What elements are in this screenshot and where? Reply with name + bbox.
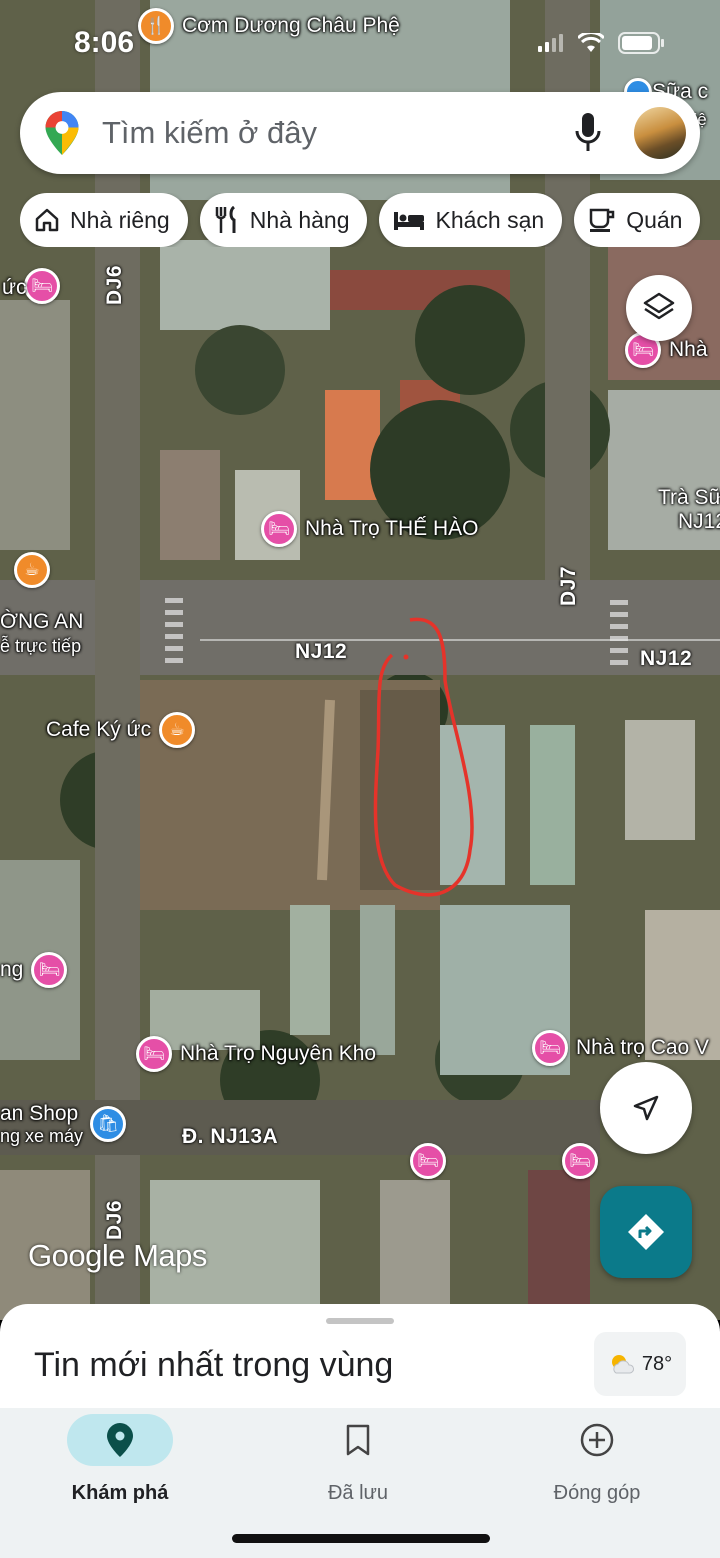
poi-label: Nhà trọ Cao V [576, 1036, 710, 1059]
directions-icon [628, 1214, 664, 1250]
weather-badge[interactable]: 78° [594, 1332, 686, 1396]
poi-label-2: ễ trực tiếp [0, 636, 82, 656]
poi-label: Nhà [669, 338, 708, 361]
navigation-arrow-icon [633, 1095, 659, 1121]
sheet-drag-handle[interactable] [326, 1318, 394, 1324]
poi-label: Nhà Trọ Nguyên Kho [180, 1042, 377, 1065]
poi-label: Cafe Ký ức [46, 718, 152, 741]
bed-icon: 🛏 [532, 1030, 568, 1066]
poi-nha-tro-the-hao[interactable]: 🛏 Nhà Trọ THẾ HÀO [261, 511, 479, 547]
bed-icon: 🛏 [562, 1143, 598, 1179]
road-label-dj6: DJ6 [103, 264, 126, 305]
explore-bottom-sheet[interactable]: Tin mới nhất trong vùng 78° [0, 1304, 720, 1408]
poi-hotel-bottom-2[interactable]: 🛏 [562, 1143, 598, 1179]
nav-explore[interactable]: Khám phá [40, 1414, 200, 1505]
poi-label: ức [2, 276, 27, 299]
bed-icon: 🛏 [410, 1143, 446, 1179]
account-avatar[interactable] [634, 107, 686, 159]
search-input[interactable]: Tìm kiếm ở đây [102, 115, 568, 151]
hotel-icon [394, 212, 425, 230]
fork-knife-icon: 🍴 [138, 8, 174, 44]
nav-explore-indicator [67, 1414, 173, 1466]
bed-icon: 🛏 [31, 952, 68, 988]
google-maps-pin-icon [45, 111, 79, 155]
google-wordmark: Google [28, 1238, 125, 1273]
nav-label: Đóng góp [553, 1482, 641, 1504]
my-location-button[interactable] [600, 1062, 692, 1154]
add-circle-icon [580, 1423, 614, 1457]
poi-nha-tro-nguyen-kho[interactable]: 🛏 Nhà Trọ Nguyên Kho [136, 1036, 376, 1072]
weather-temperature: 78° [641, 1352, 673, 1375]
status-icons [538, 32, 664, 54]
poi-com-duong-chau-phe[interactable]: 🍴 Cơm Dương Châu Phệ [138, 8, 400, 44]
poi-hotel-bottom-1[interactable]: 🛏 [410, 1143, 446, 1179]
poi-label-2: NJ12 [678, 510, 720, 533]
coffee-cup-icon: ☕ [159, 712, 196, 748]
bed-icon: 🛏 [261, 511, 297, 547]
battery-icon [618, 32, 664, 54]
road-label-nj13a: Đ. NJ13A [182, 1125, 279, 1148]
status-bar: 8:06 🍴 Cơm Dương Châu Phệ Sữa c hiệ [0, 8, 720, 129]
poi-label-2: ng xe máy [0, 1126, 84, 1146]
poi-label: Cơm Dương Châu Phệ [182, 14, 400, 37]
bed-icon: 🛏 [24, 268, 60, 304]
nav-saved[interactable]: Đã lưu [278, 1414, 438, 1505]
poi-shop-left[interactable]: an Shop ng xe máy [0, 1102, 83, 1147]
nav-label: Khám phá [71, 1482, 169, 1504]
nav-label: Đã lưu [327, 1482, 389, 1504]
poi-label: an Shop [0, 1102, 79, 1125]
status-time: 8:06 [74, 26, 135, 59]
explore-pin-icon [107, 1423, 133, 1457]
microphone-icon [575, 113, 601, 151]
poi-cafe-left[interactable]: ☕ [14, 552, 50, 588]
chip-label: Quán [626, 206, 683, 233]
chip-cafe[interactable]: Quán [574, 193, 701, 247]
nav-contribute-indicator [544, 1414, 650, 1466]
chip-home[interactable]: Nhà riêng [20, 193, 188, 247]
directions-button[interactable] [600, 1186, 692, 1278]
partly-cloudy-icon [611, 1355, 634, 1374]
layers-icon [643, 292, 675, 320]
poi-tra-sua[interactable]: Trà Sữ NJ12 [658, 486, 720, 534]
coffee-cup-icon: ☕ [14, 552, 50, 588]
cafe-icon [589, 208, 615, 232]
poi-label: ng [0, 958, 24, 981]
road-label-nj12: NJ12 [295, 640, 348, 663]
poi-label: Nhà Trọ THẾ HÀO [305, 517, 479, 540]
chip-restaurants[interactable]: Nhà hàng [199, 193, 368, 247]
poi-left-partial[interactable]: ỜNG AN ễ trực tiếp [0, 610, 83, 657]
restaurant-icon [215, 206, 236, 233]
poi-nha-tro-cao-v[interactable]: 🛏 Nhà trọ Cao V [532, 1030, 709, 1066]
shopping-bag-icon: 🛍 [90, 1106, 126, 1142]
chip-hotels[interactable]: Khách sạn [379, 193, 563, 247]
sheet-title: Tin mới nhất trong vùng [34, 1346, 394, 1384]
poi-hotel-left-1[interactable]: ức 🛏 [2, 268, 60, 304]
microphone-button[interactable] [568, 113, 608, 153]
bookmark-icon [346, 1424, 370, 1456]
poi-label: Trà Sữ [658, 486, 720, 509]
chip-label: Nhà hàng [249, 206, 350, 233]
wifi-icon [578, 33, 604, 52]
road-label-nj12-right: NJ12 [640, 647, 693, 670]
maps-wordmark: Maps [133, 1238, 207, 1273]
nav-saved-indicator [305, 1414, 411, 1466]
chip-label: Khách sạn [435, 206, 545, 233]
poi-shop-pin[interactable]: 🛍 [90, 1106, 126, 1142]
category-chips: Nhà riêng Nhà hàng Khách sạn Quán [20, 193, 720, 247]
chip-label: Nhà riêng [70, 206, 170, 233]
layers-button[interactable] [626, 275, 692, 341]
road-label-dj6-bottom: DJ6 [103, 1199, 126, 1240]
poi-cafe-ky-uc[interactable]: Cafe Ký ức ☕ [46, 712, 196, 748]
bed-icon: 🛏 [136, 1036, 172, 1072]
cellular-signal-icon [538, 34, 563, 52]
nav-contribute[interactable]: Đóng góp [517, 1414, 677, 1505]
google-maps-logo: Google Maps [28, 1238, 207, 1274]
road-label-dj7: DJ7 [557, 565, 580, 606]
poi-hotel-left-2[interactable]: ng 🛏 [0, 952, 68, 988]
poi-label: ỜNG AN [0, 610, 84, 633]
search-bar[interactable]: Tìm kiếm ở đây [20, 92, 700, 174]
home-indicator[interactable] [232, 1534, 490, 1543]
home-icon [35, 208, 59, 232]
